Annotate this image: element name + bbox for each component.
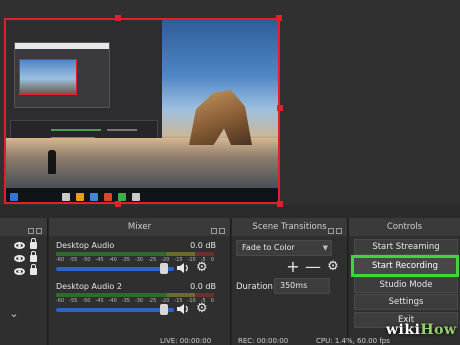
live-time: LIVE: 00:00:00 — [160, 337, 212, 345]
controls-header: Controls — [349, 218, 460, 236]
controls-title: Controls — [386, 222, 423, 232]
cpu-fps: CPU: 1.4%, 60.00 fps — [316, 337, 390, 345]
resize-handle[interactable] — [115, 201, 121, 207]
duration-value: 350ms — [280, 281, 308, 290]
gear-icon[interactable]: ⚙ — [196, 261, 209, 274]
duration-label: Duration — [236, 282, 273, 292]
volume-fader[interactable] — [56, 267, 174, 271]
settings-button[interactable]: Settings — [354, 294, 458, 310]
resize-handle[interactable] — [277, 105, 283, 111]
sources-panel: ⌄ — [0, 218, 48, 345]
mixer-panel: Mixer Desktop Audio 0.0 dB -60 -55 -50 -45-… — [49, 218, 273, 345]
mixer-channel: Desktop Audio 2 0.0 dB -60 -55 -50 -45 -40 -3… — [54, 282, 216, 326]
visibility-eye-icon[interactable] — [14, 268, 25, 275]
fader-knob[interactable] — [160, 304, 169, 315]
sources-header — [0, 218, 47, 236]
channel-name: Desktop Audio 2 — [56, 282, 122, 291]
preview-canvas[interactable] — [0, 0, 460, 207]
channel-db: 0.0 dB — [190, 241, 216, 250]
nested-obs-window — [14, 42, 110, 108]
scene-transitions-panel: Scene Transitions Fade to Color ▼ + — ⚙ … — [232, 218, 348, 345]
transition-value: Fade to Color — [242, 243, 295, 252]
status-bar: LIVE: 00:00:00 REC: 00:00:00 CPU: 1.4%, … — [0, 337, 460, 345]
start-streaming-button[interactable]: Start Streaming — [354, 239, 458, 255]
selected-source[interactable] — [4, 18, 280, 204]
transitions-title: Scene Transitions — [252, 222, 327, 232]
visibility-eye-icon[interactable] — [14, 242, 25, 249]
volume-meter — [56, 252, 214, 256]
remove-transition-button[interactable]: — — [305, 259, 321, 275]
channel-name: Desktop Audio — [56, 241, 115, 250]
mixer-header: Mixer — [49, 218, 230, 236]
rec-time: REC: 00:00:00 — [238, 337, 289, 345]
duration-input[interactable]: 350ms — [274, 278, 330, 294]
speaker-icon[interactable] — [176, 303, 190, 315]
resize-handle[interactable] — [276, 15, 282, 21]
visibility-eye-icon[interactable] — [14, 255, 25, 262]
lock-icon[interactable] — [30, 264, 37, 275]
gear-icon[interactable]: ⚙ — [196, 302, 209, 315]
dock-float-icons[interactable] — [208, 223, 226, 234]
lock-icon[interactable] — [30, 238, 37, 249]
fader-knob[interactable] — [160, 263, 169, 274]
volume-fader[interactable] — [56, 308, 174, 312]
start-recording-button[interactable]: Start Recording — [351, 255, 459, 277]
captured-taskbar — [6, 188, 278, 202]
resize-handle[interactable] — [277, 201, 283, 207]
chevron-down-icon[interactable]: ⌄ — [8, 308, 20, 320]
transition-select[interactable]: Fade to Color ▼ — [236, 240, 332, 256]
mixer-title: Mixer — [127, 222, 152, 232]
resize-handle[interactable] — [115, 15, 121, 21]
dock-float-icons[interactable] — [25, 223, 43, 234]
studio-mode-button[interactable]: Studio Mode — [354, 277, 458, 293]
transitions-header: Scene Transitions — [232, 218, 347, 236]
mixer-channel: Desktop Audio 0.0 dB -60 -55 -50 -45 -40 -35-… — [54, 241, 216, 285]
volume-meter — [56, 293, 214, 297]
gear-icon[interactable]: ⚙ — [326, 260, 340, 274]
chevron-down-icon: ▼ — [322, 244, 328, 252]
runner-silhouette — [48, 150, 56, 174]
wikihow-watermark: wikiHow — [386, 322, 457, 338]
speaker-icon[interactable] — [176, 262, 190, 274]
lock-icon[interactable] — [30, 251, 37, 262]
meter-scale: -60 -55 -50 -45 -40 -35 -30 -25 -20 -15 -10 -5 0 — [56, 298, 214, 304]
meter-scale: -60 -55 -50 -45 -40 -35 -30 -25 -20 -15 -10 -5 0 — [56, 257, 214, 263]
dock-float-icons[interactable] — [325, 223, 343, 234]
channel-db: 0.0 dB — [190, 282, 216, 291]
add-transition-button[interactable]: + — [286, 259, 300, 275]
